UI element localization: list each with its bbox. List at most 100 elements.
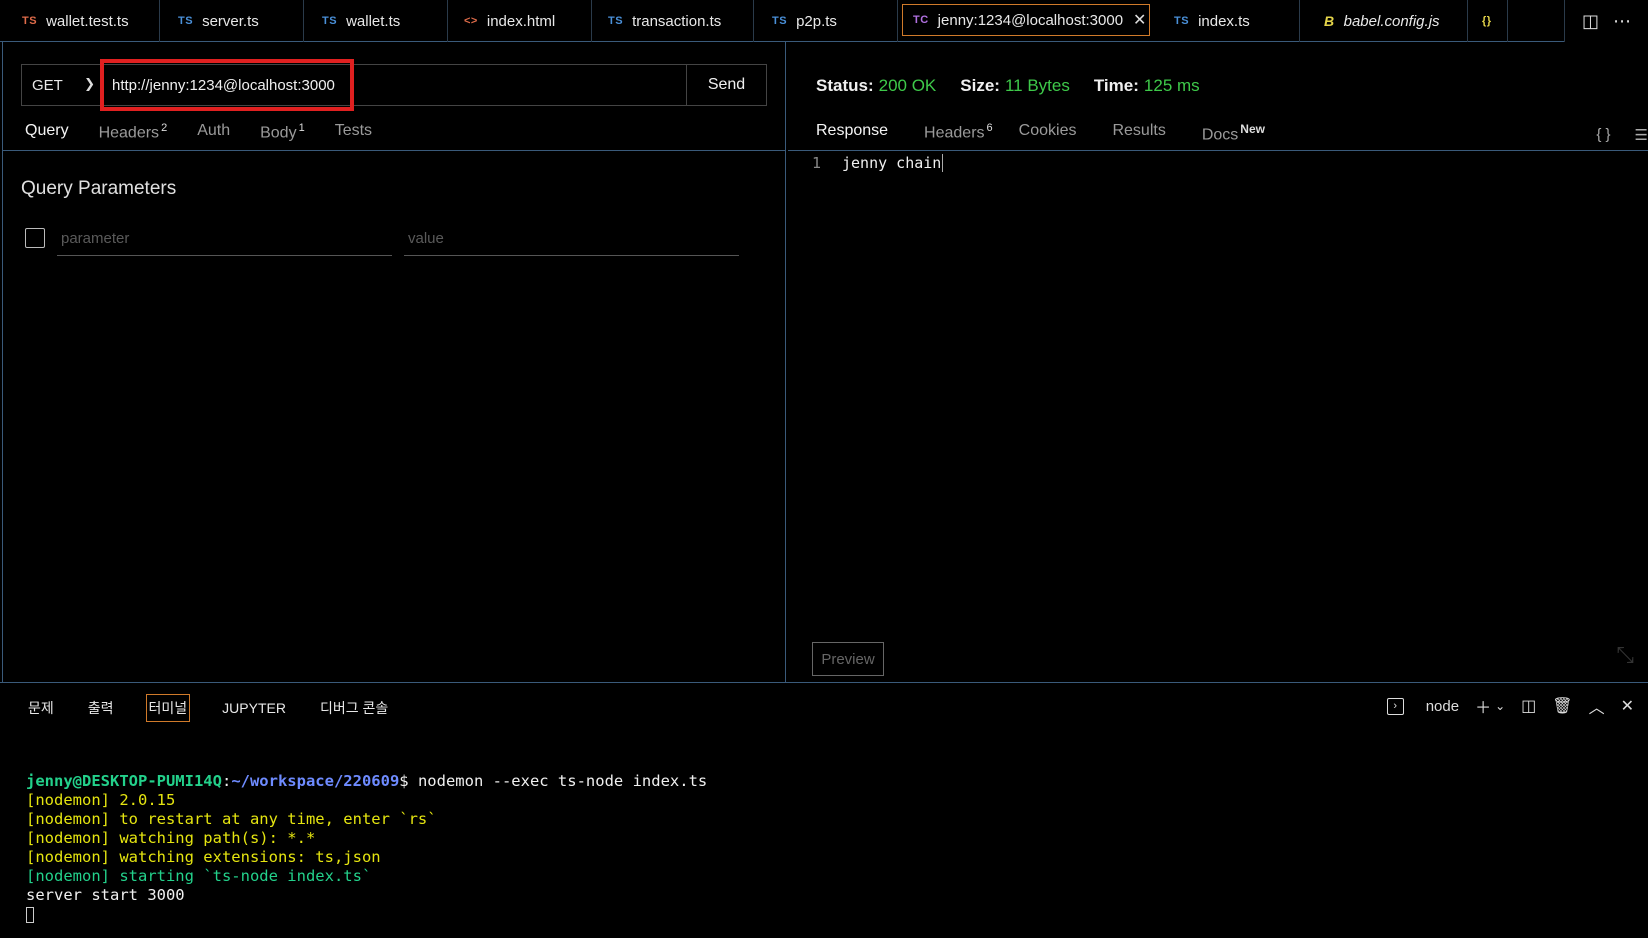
terminal-line: [nodemon] 2.0.15: [26, 791, 176, 809]
tab-transaction[interactable]: TS transaction.ts: [592, 0, 754, 42]
tab-p2p[interactable]: TS p2p.ts: [754, 0, 898, 42]
typescript-icon: TS: [322, 15, 338, 27]
close-icon[interactable]: ✕: [1133, 10, 1146, 30]
response-panel: Status: 200 OK Size: 11 Bytes Time: 125 ms …: [788, 42, 1648, 682]
terminal-line: [nodemon] starting `ts-node index.ts`: [26, 867, 372, 885]
editor-tab-bar: TS wallet.test.ts TS server.ts TS wallet…: [0, 0, 1648, 42]
terminal-actions: › node ＋ ⌄ ◫ 🗑 ︿ ✕: [1355, 693, 1634, 719]
tab-response-headers[interactable]: Headers 6: [924, 122, 993, 150]
chevron-down-icon[interactable]: ⌄: [1495, 699, 1505, 713]
headers-count-badge: 6: [986, 122, 993, 134]
time-value: 125 ms: [1143, 76, 1200, 95]
response-body[interactable]: 1 jenny chain: [812, 154, 944, 172]
line-number: 1: [812, 154, 822, 172]
tab-problems[interactable]: 문제: [26, 694, 56, 722]
status-value: 200 OK: [878, 76, 937, 95]
terminal-output[interactable]: jenny@DESKTOP-PUMI14Q:~/workspace/220609…: [26, 753, 707, 924]
tab-debug-console[interactable]: 디버그 콘솔: [318, 694, 390, 722]
add-terminal-icon[interactable]: ＋: [1475, 694, 1491, 718]
tab-label: jenny:1234@localhost:3000: [937, 11, 1124, 29]
tab-query[interactable]: Query: [25, 122, 69, 150]
time-label: Time:: [1093, 76, 1139, 95]
menu-lines-icon[interactable]: ☰: [1635, 126, 1648, 144]
tab-wallet[interactable]: TS wallet.ts: [304, 0, 448, 42]
size-label: Size:: [960, 76, 1000, 95]
maximize-panel-icon[interactable]: ︿: [1589, 694, 1605, 718]
typescript-icon: TS: [1174, 15, 1190, 27]
tab-server[interactable]: TS server.ts: [160, 0, 304, 42]
divider: [3, 150, 785, 151]
split-editor-icon[interactable]: ◫: [1582, 11, 1599, 32]
tab-tests[interactable]: Tests: [335, 122, 372, 150]
split-terminal-icon[interactable]: ◫: [1521, 696, 1536, 716]
typescript-icon: TS: [608, 15, 624, 27]
format-json-icon[interactable]: { }: [1596, 126, 1610, 144]
tab-label: wallet.ts: [346, 12, 401, 30]
terminal-cursor: [26, 906, 34, 923]
thunder-client-icon: TC: [913, 14, 929, 26]
tab-response[interactable]: Response: [816, 122, 888, 150]
param-name-input[interactable]: [57, 222, 392, 256]
prompt-user: jenny@DESKTOP-PUMI14Q: [26, 772, 222, 790]
tab-label: index.html: [486, 12, 556, 30]
terminal-line: [nodemon] watching extensions: ts,json: [26, 848, 381, 866]
tab-docs[interactable]: Docs New: [1202, 122, 1265, 150]
trash-icon[interactable]: 🗑: [1552, 696, 1572, 716]
panel-tabs: 문제 출력 터미널 JUPYTER 디버그 콘솔: [26, 693, 420, 723]
tab-output[interactable]: 출력: [86, 694, 116, 722]
tab-label: transaction.ts: [632, 12, 722, 30]
tab-label: babel.config.js: [1343, 12, 1440, 30]
expand-icon[interactable]: ⤡: [1616, 642, 1634, 668]
editor-actions: ◫ ⋯: [1564, 0, 1648, 42]
typescript-icon: TS: [178, 15, 194, 27]
tab-index-html[interactable]: <> index.html: [448, 0, 592, 42]
bottom-panel: 문제 출력 터미널 JUPYTER 디버그 콘솔 › node ＋ ⌄ ◫ 🗑 ︿…: [0, 682, 1648, 938]
tab-label: server.ts: [202, 12, 259, 30]
param-enable-checkbox[interactable]: [25, 228, 45, 248]
terminal-line: [nodemon] watching path(s): *.*: [26, 829, 316, 847]
preview-button[interactable]: Preview: [812, 642, 884, 676]
tab-body[interactable]: Body 1: [260, 122, 305, 150]
response-tabs: Response Headers 6 Cookies Results Docs Ne…: [816, 122, 1301, 150]
tab-terminal[interactable]: 터미널: [145, 694, 191, 722]
url-field-wrap: [100, 59, 686, 111]
response-toolbar: { } ☰: [1572, 126, 1648, 144]
new-badge: New: [1240, 122, 1265, 136]
tab-wallet-test[interactable]: TS wallet.test.ts: [0, 0, 160, 42]
tab-cookies[interactable]: Cookies: [1019, 122, 1077, 150]
close-panel-icon[interactable]: ✕: [1621, 696, 1634, 716]
html-icon: <>: [464, 15, 478, 27]
tab-label: index.ts: [1198, 12, 1250, 30]
param-value-input[interactable]: [404, 222, 739, 256]
body-count-badge: 1: [298, 122, 305, 134]
tab-headers[interactable]: Headers 2: [99, 122, 168, 150]
url-input[interactable]: [102, 65, 686, 105]
terminal-icon: ›: [1386, 697, 1404, 715]
tab-thunder-client-request[interactable]: TC jenny:1234@localhost:3000 ✕: [902, 4, 1150, 36]
headers-count-badge: 2: [161, 122, 168, 134]
more-actions-icon[interactable]: ⋯: [1613, 11, 1631, 32]
chevron-down-icon: ❯: [84, 76, 95, 91]
tab-label: wallet.test.ts: [46, 12, 129, 30]
terminal-line: [nodemon] to restart at any time, enter …: [26, 810, 437, 828]
json-icon: {}: [1482, 15, 1492, 27]
tab-label: p2p.ts: [796, 12, 837, 30]
tab-auth[interactable]: Auth: [197, 122, 230, 150]
send-button[interactable]: Send: [686, 65, 766, 105]
terminal-selector[interactable]: › node: [1371, 697, 1459, 715]
url-bar: GET ❯ Send: [21, 59, 767, 111]
response-text: jenny chain: [842, 154, 944, 172]
tab-index-ts[interactable]: TS index.ts: [1156, 0, 1300, 42]
request-tabs: Query Headers 2 Auth Body 1 Tests: [25, 122, 402, 150]
terminal-line: server start 3000: [26, 886, 185, 904]
tab-jupyter[interactable]: JUPYTER: [220, 696, 288, 720]
request-panel: GET ❯ Send Query Headers2 Auth Body1 Tes…: [2, 42, 786, 682]
typescript-icon: TS: [22, 15, 38, 27]
typescript-icon: TS: [772, 15, 788, 27]
tab-json-file[interactable]: {}: [1468, 0, 1508, 42]
method-select[interactable]: GET ❯: [22, 65, 102, 105]
tab-babel-config[interactable]: B babel.config.js: [1300, 0, 1468, 42]
tab-results[interactable]: Results: [1112, 122, 1165, 150]
response-status-bar: Status: 200 OK Size: 11 Bytes Time: 125 ms: [816, 76, 1224, 96]
size-value: 11 Bytes: [1004, 76, 1070, 95]
